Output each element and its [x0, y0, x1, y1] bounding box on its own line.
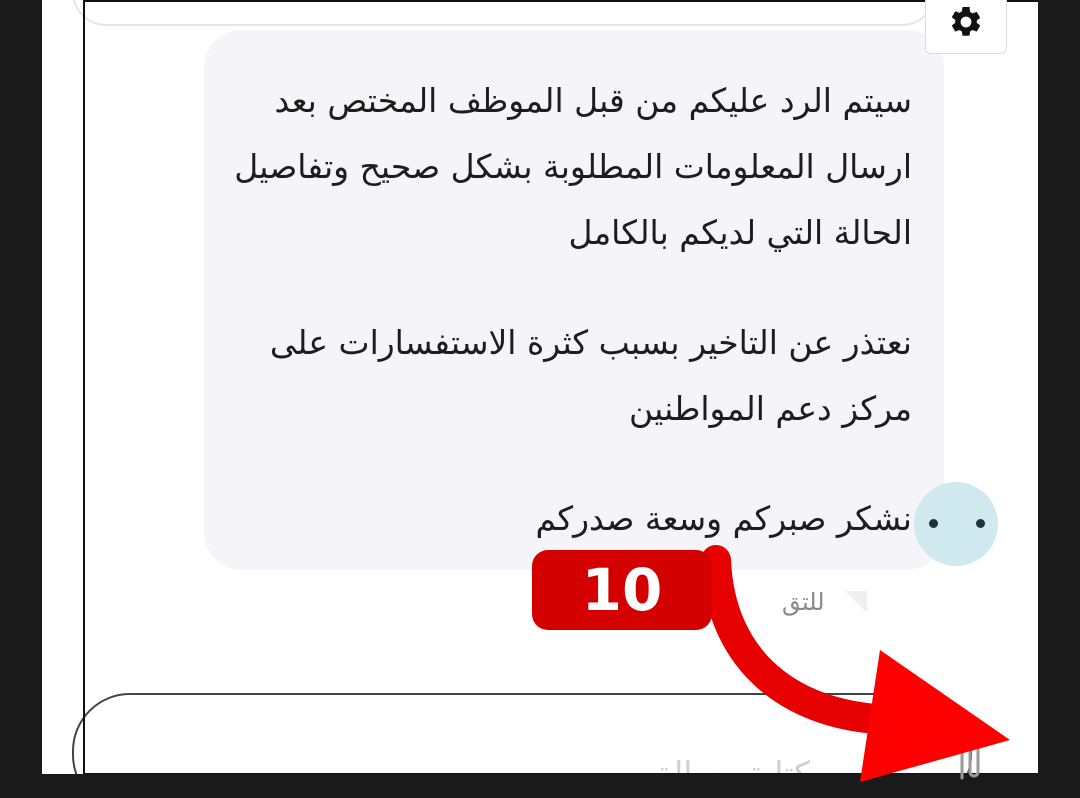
message-meta: للتق [782, 582, 902, 622]
bubble-tail [844, 591, 867, 613]
paperclip-icon [960, 726, 980, 780]
message-meta-label: للتق [782, 588, 825, 616]
settings-button[interactable] [925, 0, 1007, 54]
previous-message-bubble [72, 0, 936, 26]
message-line: مركز دعم المواطنين [629, 389, 912, 428]
bot-message-bubble: سيتم الرد عليكم من قبل الموظف المختص بعد… [204, 30, 944, 570]
message-input[interactable] [74, 695, 970, 774]
message-line: سيتم الرد عليكم من قبل الموظف المختص بعد [274, 81, 912, 120]
attach-button[interactable] [948, 720, 992, 780]
message-line: ارسال المعلومات المطلوبة بشكل صحيح وتفاص… [234, 147, 912, 186]
gear-icon [951, 6, 981, 36]
step-badge: 10 [532, 550, 712, 630]
avatar-eye [929, 519, 938, 528]
message-line: نشكر صبركم وسعة صدركم [535, 499, 912, 538]
message-composer [72, 693, 972, 774]
avatar-eye [976, 519, 985, 528]
message-line: الحالة التي لديكم بالكامل [568, 213, 912, 252]
chat-screen: سيتم الرد عليكم من قبل الموظف المختص بعد… [42, 0, 1038, 774]
message-line: نعتذر عن التاخير بسبب كثرة الاستفسارات ع… [269, 323, 912, 362]
bot-avatar [914, 482, 998, 566]
